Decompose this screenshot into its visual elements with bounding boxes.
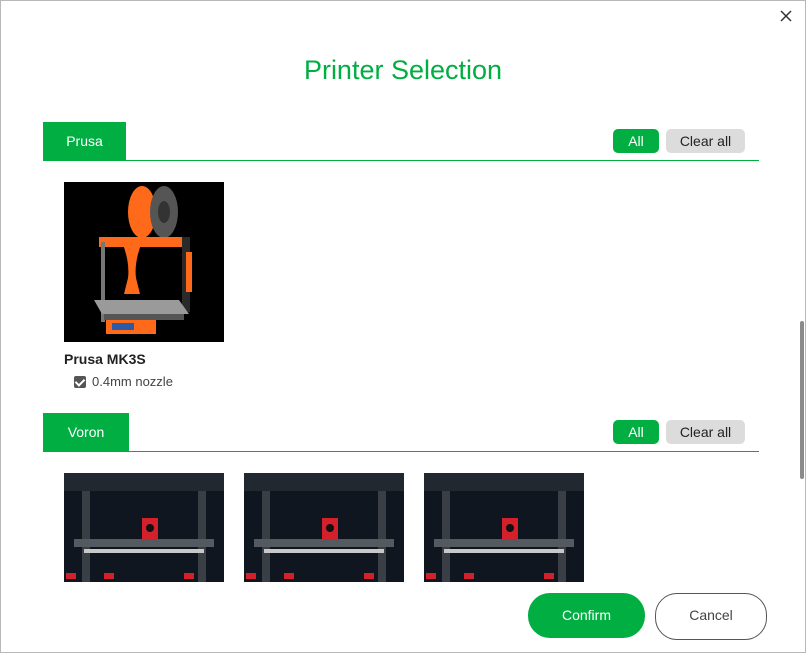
clear-all-button[interactable]: Clear all (666, 420, 745, 444)
confirm-button[interactable]: Confirm (528, 593, 645, 638)
cancel-button[interactable]: Cancel (655, 593, 767, 640)
voron-printer-image (244, 473, 404, 582)
voron-printer-image (64, 473, 224, 582)
select-all-button[interactable]: All (613, 420, 659, 444)
prusa-printer-image (64, 182, 224, 342)
printer-thumbnail-voron-2[interactable] (244, 473, 404, 582)
vendor-tab-voron[interactable]: Voron (43, 413, 129, 451)
voron-printer-image (424, 473, 584, 582)
scrollbar[interactable] (799, 101, 805, 581)
nozzle-checkbox[interactable] (74, 375, 86, 388)
select-all-button[interactable]: All (613, 129, 659, 153)
scrollbar-thumb[interactable] (800, 321, 804, 479)
section-header-voron: Voron All Clear all (43, 413, 759, 452)
vendor-tab-prusa[interactable]: Prusa (43, 122, 126, 160)
printer-thumbnail-voron-1[interactable] (64, 473, 224, 582)
close-icon[interactable] (777, 7, 795, 25)
nozzle-label: 0.4mm nozzle (92, 374, 173, 389)
printer-selection-dialog: Printer Selection Prusa All Clear all Pr… (0, 0, 806, 653)
printer-name: Prusa MK3S (64, 351, 146, 367)
printer-thumbnail-voron-3[interactable] (424, 473, 584, 582)
dialog-title: Printer Selection (303, 55, 503, 85)
nozzle-option[interactable]: 0.4mm nozzle (74, 374, 173, 389)
clear-all-button[interactable]: Clear all (666, 129, 745, 153)
section-header-prusa: Prusa All Clear all (43, 122, 759, 161)
printer-thumbnail-prusa-mk3s[interactable] (64, 182, 224, 342)
